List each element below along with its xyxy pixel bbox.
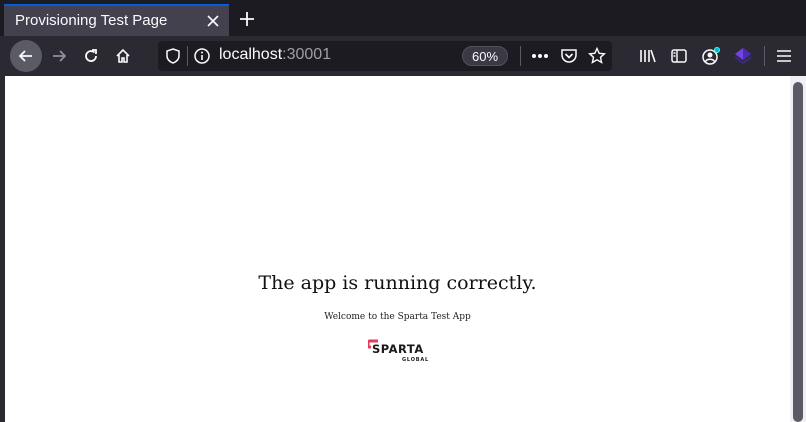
tab-strip: Provisioning Test Page [0, 0, 806, 36]
url-host: localhost [219, 46, 283, 63]
vertical-scrollbar[interactable] [790, 76, 806, 422]
scrollbar-thumb[interactable] [793, 82, 803, 422]
logo-wordmark: SPARTA [372, 342, 424, 356]
divider [764, 46, 765, 66]
url-text[interactable]: localhost:30001 [219, 46, 331, 64]
address-bar[interactable]: localhost:30001 60% [158, 41, 612, 71]
plus-icon[interactable] [234, 6, 260, 32]
sparta-global-logo: SPARTA GLOBAL [368, 339, 429, 363]
divider [520, 46, 521, 66]
account-icon[interactable] [701, 46, 721, 66]
close-icon[interactable] [203, 11, 223, 31]
library-icon[interactable] [638, 46, 658, 66]
logo-tagline: GLOBAL [402, 357, 429, 363]
url-port: :30001 [282, 46, 332, 63]
info-icon[interactable] [193, 47, 211, 65]
sidebar-icon[interactable] [669, 46, 689, 66]
page-viewport: The app is running correctly. Welcome to… [5, 76, 790, 422]
shield-icon[interactable] [164, 47, 182, 65]
zoom-indicator[interactable]: 60% [462, 46, 508, 66]
pocket-icon[interactable] [559, 46, 579, 66]
home-icon[interactable] [107, 40, 139, 72]
page-subtitle: Welcome to the Sparta Test App [324, 312, 471, 322]
arrow-right-icon[interactable] [43, 40, 75, 72]
more-horizontal-icon[interactable] [530, 46, 550, 66]
divider [187, 46, 188, 66]
arrow-left-icon[interactable] [10, 40, 42, 72]
hamburger-menu-icon[interactable] [774, 46, 794, 66]
tab-title: Provisioning Test Page [15, 12, 168, 29]
extension-icon[interactable] [733, 46, 753, 66]
star-icon[interactable] [587, 46, 607, 66]
navigation-toolbar: localhost:30001 60% [0, 36, 806, 76]
page-headline: The app is running correctly. [258, 272, 537, 294]
reload-icon[interactable] [75, 40, 107, 72]
tab-active[interactable]: Provisioning Test Page [4, 4, 229, 36]
